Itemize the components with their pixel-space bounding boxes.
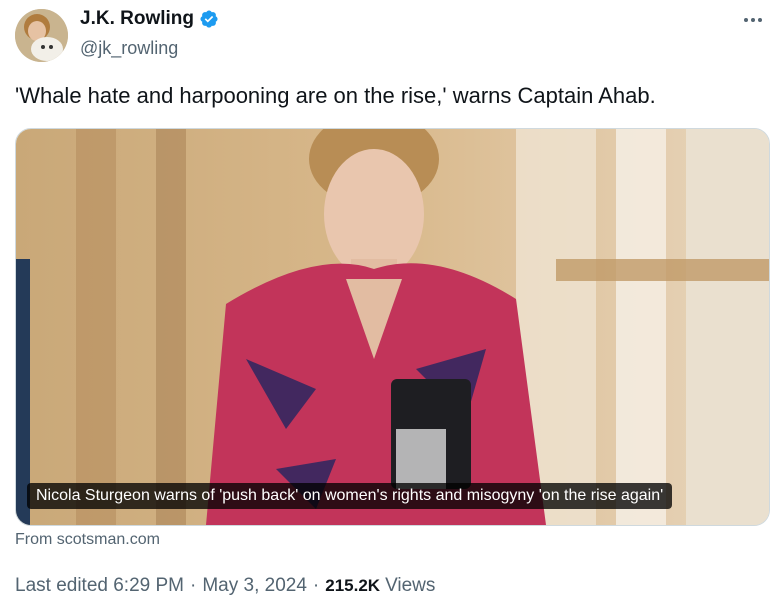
image-caption: Nicola Sturgeon warns of 'push back' on … — [27, 483, 673, 509]
link-source[interactable]: From scotsman.com — [15, 531, 160, 549]
avatar[interactable] — [15, 9, 68, 62]
author-handle[interactable]: @jk_rowling — [80, 38, 178, 59]
link-card-image[interactable] — [15, 128, 770, 526]
author-display-name[interactable]: J.K. Rowling — [80, 8, 194, 30]
separator: · — [190, 575, 197, 596]
author-name-row: J.K. Rowling — [80, 8, 219, 30]
views-label: Views — [385, 575, 436, 596]
tweet-meta: Last edited 6:29 PM · May 3, 2024 · 215.… — [15, 575, 435, 597]
avatar-image — [15, 9, 68, 62]
tweet-text: 'Whale hate and harpooning are on the ri… — [15, 83, 656, 108]
separator: · — [312, 575, 320, 596]
views-count: 215.2K — [325, 576, 381, 595]
verified-badge-icon[interactable] — [199, 9, 219, 29]
more-options-icon[interactable] — [739, 10, 767, 30]
edited-timestamp[interactable]: Last edited 6:29 PM — [15, 575, 184, 597]
news-photo — [16, 129, 769, 525]
tweet-date[interactable]: May 3, 2024 — [202, 575, 307, 597]
